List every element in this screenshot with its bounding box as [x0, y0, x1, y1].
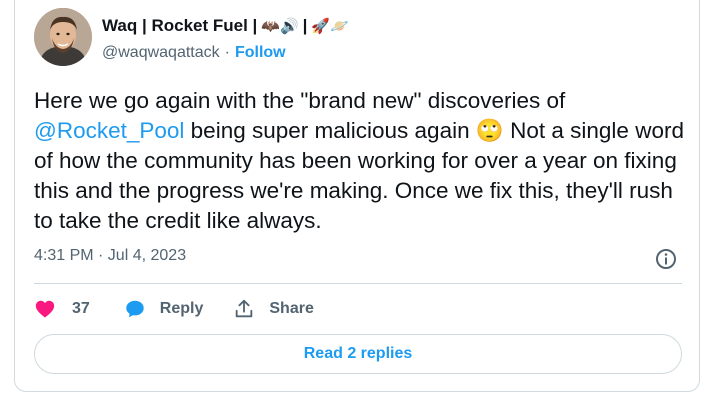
name-emoji-rocket-planet: 🚀🪐: [311, 17, 349, 35]
info-icon[interactable]: [654, 247, 678, 271]
handle-dot: ·: [224, 44, 230, 61]
name-emoji-bat-speaker: 🦇🔊: [261, 17, 299, 35]
name-separator: |: [302, 16, 308, 35]
reply-label: Reply: [159, 300, 204, 317]
avatar[interactable]: [34, 8, 92, 66]
tweet-text-before: Here we go again with the "brand new" di…: [34, 88, 566, 113]
share-icon: [236, 299, 253, 318]
author-display-name[interactable]: Waq | Rocket Fuel |: [102, 16, 257, 36]
reply-bubble-icon: [126, 300, 144, 318]
tweet-text-middle: being super malicious again: [184, 118, 476, 143]
tweet-timestamp[interactable]: 4:31 PM · Jul 4, 2023: [34, 247, 186, 265]
mention-link[interactable]: @Rocket_Pool: [34, 118, 184, 143]
action-bar: 37 Reply Share: [34, 295, 314, 323]
tweet-text: Here we go again with the "brand new" di…: [34, 86, 684, 236]
like-count: 37: [72, 300, 90, 317]
share-label: Share: [269, 300, 314, 317]
read-replies-button[interactable]: Read 2 replies: [34, 334, 682, 374]
author-handle[interactable]: @waqwaqattack: [102, 44, 220, 62]
heart-icon: [35, 300, 55, 318]
like-button[interactable]: 37: [34, 298, 90, 320]
eye-roll-emoji: 🙄: [475, 118, 504, 144]
avatar-image: [34, 8, 92, 66]
author-name-row[interactable]: Waq | Rocket Fuel | 🦇🔊 | 🚀🪐: [102, 14, 349, 38]
share-button[interactable]: Share: [233, 298, 314, 320]
divider: [34, 283, 682, 284]
author-handle-row: @waqwaqattack · Follow: [102, 42, 286, 64]
reply-button[interactable]: Reply: [124, 298, 204, 320]
follow-button[interactable]: Follow: [235, 44, 286, 62]
